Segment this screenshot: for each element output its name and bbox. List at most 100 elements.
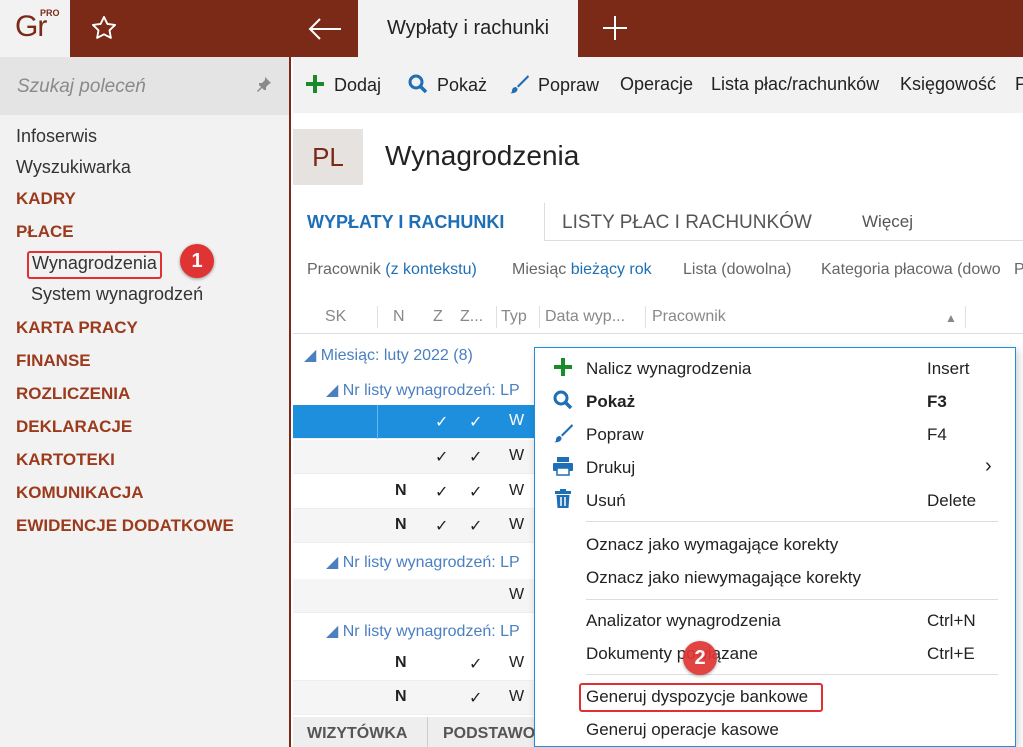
cell-n: N	[395, 688, 407, 705]
filter-more[interactable]: P	[1014, 261, 1023, 279]
star-icon[interactable]	[90, 14, 118, 42]
table-row[interactable]: N ✓ ✓ W	[293, 509, 538, 543]
column-pracownik[interactable]: Pracownik	[652, 308, 726, 326]
tab-wyplaty-i-rachunki[interactable]: Wypłaty i rachunki	[358, 0, 578, 57]
group-list[interactable]: ◢ Nr listy wynagrodzeń: LP	[326, 552, 520, 572]
sidebar-section-karta-pracy[interactable]: KARTA PRACY	[16, 318, 138, 338]
sidebar-item-system-wynagrodzen[interactable]: System wynagrodzeń	[31, 284, 203, 305]
sidebar-section-kadry[interactable]: KADRY	[16, 189, 76, 209]
group-list[interactable]: ◢ Nr listy wynagrodzeń: LP	[326, 621, 520, 641]
app-logo[interactable]: Gr PRO	[0, 0, 70, 57]
table-row[interactable]: ✓ ✓ W	[293, 440, 538, 474]
filter-miesiac[interactable]: Miesiąc bieżący rok	[512, 261, 652, 279]
cell-typ: W	[509, 412, 525, 429]
sidebar-section-ewidencje-dodatkowe[interactable]: EWIDENCJE DODATKOWE	[16, 516, 234, 536]
more-menu[interactable]: P	[1015, 74, 1023, 95]
sidebar-section-deklaracje[interactable]: DEKLARACJE	[16, 417, 132, 437]
sidebar-section-rozliczenia[interactable]: ROZLICZENIA	[16, 384, 130, 404]
pin-icon[interactable]	[255, 75, 273, 98]
search-icon	[551, 390, 575, 414]
search-input[interactable]: Szukaj poleceń	[17, 76, 146, 98]
column-z2[interactable]: Z...	[460, 308, 483, 326]
menu-item-usun[interactable]: Usuń Delete	[535, 484, 1015, 517]
sort-asc-icon[interactable]: ▲	[945, 311, 957, 325]
step-badge-1: 1	[180, 244, 214, 278]
cell-n: N	[395, 516, 407, 533]
edit-button[interactable]: Popraw	[509, 74, 599, 96]
table-row[interactable]: N ✓ W	[293, 647, 538, 681]
tab-wizytowka[interactable]: WIZYTÓWKA	[307, 725, 407, 743]
tab-podstawowe[interactable]: PODSTAWO	[443, 725, 535, 743]
menu-item-generuj-operacje[interactable]: Generuj operacje kasowe	[535, 713, 1015, 746]
view-tabs: WYPŁATY I RACHUNKI LISTY PŁAC I RACHUNKÓ…	[293, 203, 1023, 241]
column-sk[interactable]: SK	[325, 308, 346, 326]
add-button[interactable]: Dodaj	[305, 74, 381, 96]
plus-icon	[305, 74, 329, 96]
menu-label: Oznacz jako niewymagające korekty	[586, 568, 861, 587]
sidebar-item-wynagrodzenia[interactable]: Wynagrodzenia	[27, 251, 162, 279]
sidebar-item-wyszukiwarka[interactable]: Wyszukiwarka	[16, 157, 131, 178]
column-n[interactable]: N	[393, 308, 405, 326]
group-list[interactable]: ◢ Nr listy wynagrodzeń: LP	[326, 380, 520, 400]
tab-listy-plac[interactable]: LISTY PŁAC I RACHUNKÓW	[562, 212, 812, 234]
sidebar-section-kartoteki[interactable]: KARTOTEKI	[16, 450, 115, 470]
new-tab-plus-icon[interactable]	[590, 0, 640, 57]
column-separator	[496, 306, 497, 328]
table-row[interactable]: N ✓ ✓ W	[293, 475, 538, 509]
filter-pracownik[interactable]: Pracownik (z kontekstu)	[307, 261, 477, 279]
filter-kategoria[interactable]: Kategoria płacowa (dowo	[821, 261, 1001, 279]
menu-shortcut: Ctrl+N	[927, 611, 976, 630]
menu-label: Usuń	[586, 491, 626, 510]
sidebar-item-infoserwis[interactable]: Infoserwis	[16, 126, 97, 147]
back-arrow-icon[interactable]	[292, 0, 358, 57]
column-separator	[377, 306, 378, 328]
cell-typ: W	[509, 586, 525, 603]
edit-label: Popraw	[538, 75, 600, 95]
brush-icon	[551, 423, 575, 447]
menu-item-drukuj[interactable]: Drukuj ›	[535, 451, 1015, 484]
detail-tabs: WIZYTÓWKA PODSTAWO	[293, 717, 543, 747]
menu-item-oznacz-niewymagajace[interactable]: Oznacz jako niewymagające korekty	[535, 561, 1015, 594]
menu-item-generuj-dyspozycje[interactable]: Generuj dyspozycje bankowe	[535, 680, 1015, 713]
submenu-arrow-icon: ›	[985, 455, 992, 477]
table-row[interactable]: W	[293, 579, 538, 613]
accounting-menu[interactable]: Księgowość	[900, 74, 996, 95]
menu-label: Analizator wynagrodzenia	[586, 611, 781, 630]
cell-z2: ✓	[469, 484, 483, 501]
cell-z2: ✓	[469, 449, 483, 466]
cell-z: ✓	[435, 449, 449, 466]
top-bar: Gr PRO Wypłaty i rachunki	[0, 0, 1023, 57]
cell-typ: W	[509, 447, 525, 464]
column-separator	[965, 306, 966, 328]
table-row[interactable]: N ✓ W	[293, 681, 538, 715]
menu-item-pokaz[interactable]: Pokaż F3	[535, 385, 1015, 418]
add-label: Dodaj	[334, 75, 382, 95]
menu-label: Drukuj	[586, 458, 636, 477]
tab-wyplaty[interactable]: WYPŁATY I RACHUNKI	[307, 212, 504, 233]
payroll-list-menu[interactable]: Lista płac/rachunków	[711, 74, 879, 95]
column-data-wyplaty[interactable]: Data wyp...	[545, 308, 625, 326]
page-badge: PL	[293, 129, 363, 185]
column-separator	[539, 306, 540, 328]
group-month[interactable]: ◢ Miesiąc: luty 2022 (8)	[304, 345, 473, 365]
sidebar-section-komunikacja[interactable]: KOMUNIKACJA	[16, 483, 144, 503]
menu-item-popraw[interactable]: Popraw F4	[535, 418, 1015, 451]
menu-item-nalicz[interactable]: Nalicz wynagrodzenia Insert	[535, 352, 1015, 385]
filter-lista[interactable]: Lista (dowolna)	[683, 261, 792, 279]
tab-wiecej[interactable]: Więcej	[862, 212, 913, 232]
command-search[interactable]: Szukaj poleceń	[0, 57, 289, 115]
table-row[interactable]: ✓ ✓ W	[293, 405, 538, 439]
plus-icon	[551, 357, 575, 381]
show-button[interactable]: Pokaż	[408, 74, 487, 96]
menu-shortcut: F4	[927, 425, 947, 444]
operations-menu[interactable]: Operacje	[620, 74, 693, 95]
menu-item-oznacz-wymagajace[interactable]: Oznacz jako wymagające korekty	[535, 528, 1015, 561]
sidebar-section-finanse[interactable]: FINANSE	[16, 351, 91, 371]
menu-item-dokumenty[interactable]: Dokumenty powiązane Ctrl+E	[535, 637, 1015, 670]
sidebar-section-place[interactable]: PŁACE	[16, 222, 74, 242]
cell-n: N	[395, 482, 407, 499]
column-typ[interactable]: Typ	[501, 308, 527, 326]
column-z[interactable]: Z	[433, 308, 443, 326]
menu-label: Generuj dyspozycje bankowe	[586, 687, 809, 706]
menu-item-analizator[interactable]: Analizator wynagrodzenia Ctrl+N	[535, 604, 1015, 637]
